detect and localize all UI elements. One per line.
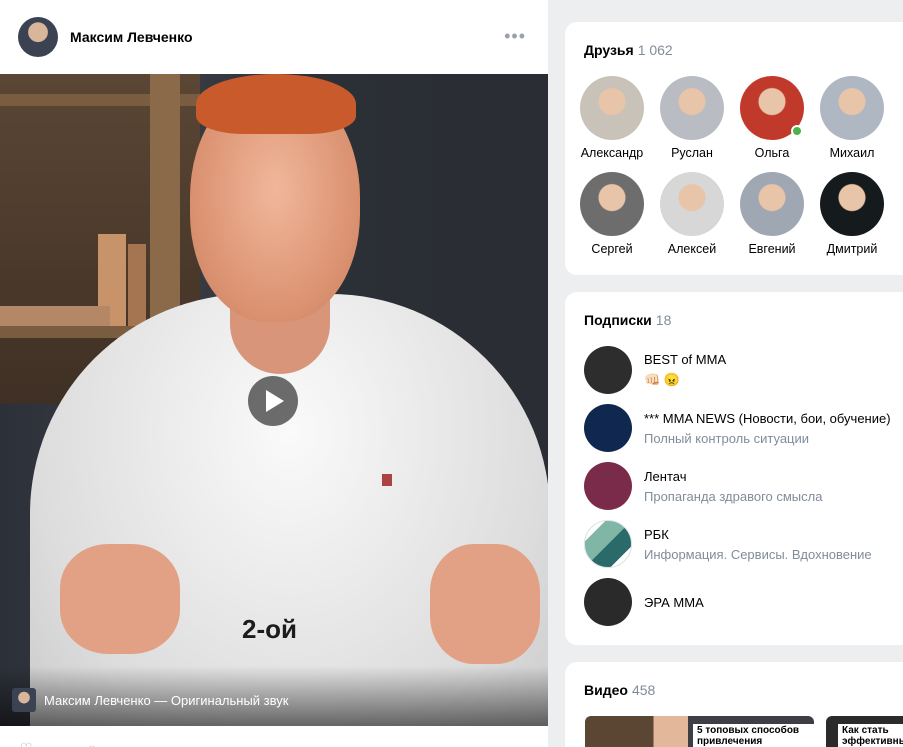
- subscription-description: 👊🏻 😠: [644, 372, 680, 387]
- friend-item[interactable]: Сергей: [572, 172, 652, 256]
- video-thumbnail[interactable]: Как стать эффективным: [826, 716, 903, 747]
- author-name[interactable]: Максим Левченко: [70, 29, 193, 45]
- video-thumbnail-label: 5 топовых способов привлечения клиентов: [693, 724, 814, 747]
- video-thumbnail[interactable]: 5 топовых способов привлечения клиентов: [585, 716, 814, 747]
- friend-avatar: [740, 76, 804, 140]
- friend-item[interactable]: Алексей: [652, 172, 732, 256]
- friend-name: Сергей: [591, 242, 633, 256]
- friend-avatar: [820, 76, 884, 140]
- subscription-description: Полный контроль ситуации: [644, 430, 810, 446]
- comment-icon[interactable]: ◌: [88, 740, 96, 747]
- friend-name: Дмитрий: [826, 242, 878, 256]
- friends-card: Друзья 1 062 Александр Руслан Ольга Михаил Се…: [565, 22, 903, 275]
- shirt-logo: [382, 474, 392, 486]
- subscription-name: ЭРА MMA: [644, 594, 704, 610]
- friend-name: Евгений: [748, 242, 796, 256]
- video-player[interactable]: 2-ой Максим Левченко — Оригинальный звук: [0, 74, 548, 726]
- friend-avatar: [820, 172, 884, 236]
- audio-label-row[interactable]: Максим Левченко — Оригинальный звук: [12, 688, 288, 712]
- friend-avatar: [580, 172, 644, 236]
- video-caption: 2-ой: [242, 614, 297, 644]
- online-status-icon: [791, 125, 803, 137]
- author-avatar[interactable]: [18, 17, 58, 57]
- subscriptions-card: Подписки 18 BEST of MMA 👊🏻 😠 *** MMA NEWS (…: [565, 292, 903, 645]
- subscription-name: *** MMA NEWS (Новости, бои, обучение): [644, 410, 891, 426]
- friend-avatar: [580, 76, 644, 140]
- videos-title[interactable]: Видео 458: [584, 682, 655, 698]
- friend-item[interactable]: Александр: [572, 76, 652, 160]
- friend-item[interactable]: Дмитрий: [812, 172, 892, 256]
- subscription-item[interactable]: BEST of MMA 👊🏻 😠: [584, 346, 894, 394]
- videos-card: Видео 458 5 топовых способов привлечения …: [565, 662, 903, 747]
- subscription-description: Информация. Сервисы. Вдохновение: [644, 546, 872, 562]
- friend-name: Михаил: [829, 146, 875, 160]
- subscription-avatar: [584, 404, 632, 452]
- friend-item[interactable]: Ольга: [732, 76, 812, 160]
- subscription-item[interactable]: Лентач Пропаганда здравого смысла: [584, 462, 894, 510]
- subscription-item[interactable]: РБК Информация. Сервисы. Вдохновение: [584, 520, 894, 568]
- more-horizontal-icon[interactable]: •••: [504, 27, 526, 45]
- friend-name: Руслан: [671, 146, 713, 160]
- post-header: Максим Левченко •••: [0, 0, 548, 74]
- friend-avatar: [660, 76, 724, 140]
- friend-name: Алексей: [667, 242, 717, 256]
- post-card: Максим Левченко ••• 2-ой Максим Левченко…: [0, 0, 548, 747]
- friend-item[interactable]: Евгений: [732, 172, 812, 256]
- subscription-avatar: [584, 578, 632, 626]
- subscription-item[interactable]: *** MMA NEWS (Новости, бои, обучение) Пол…: [584, 404, 894, 452]
- friends-title[interactable]: Друзья 1 062: [584, 42, 673, 58]
- friend-name: Александр: [580, 146, 644, 160]
- audio-label: Максим Левченко — Оригинальный звук: [44, 692, 289, 708]
- friend-name: Ольга: [754, 146, 790, 160]
- friend-item[interactable]: Руслан: [652, 76, 732, 160]
- subscriptions-title[interactable]: Подписки 18: [584, 312, 671, 328]
- play-button[interactable]: [248, 376, 298, 426]
- subscription-name: РБК: [644, 526, 669, 542]
- subscription-avatar: [584, 462, 632, 510]
- subscription-avatar: [584, 520, 632, 568]
- subscription-name: BEST of MMA: [644, 352, 727, 367]
- friend-avatar: [660, 172, 724, 236]
- friend-avatar: [740, 172, 804, 236]
- audio-thumbnail: [12, 688, 36, 712]
- subscription-item[interactable]: ЭРА MMA: [584, 578, 894, 626]
- video-thumbnail-label: Как стать эффективным: [838, 724, 903, 747]
- subscription-name: Лентач: [644, 468, 687, 484]
- subscription-avatar: [584, 346, 632, 394]
- friend-item[interactable]: Михаил: [812, 76, 892, 160]
- play-icon: [266, 390, 284, 412]
- post-footer: ♡ ◌: [0, 726, 548, 747]
- like-icon[interactable]: ♡: [20, 740, 33, 747]
- subscription-description: Пропаганда здравого смысла: [644, 488, 823, 504]
